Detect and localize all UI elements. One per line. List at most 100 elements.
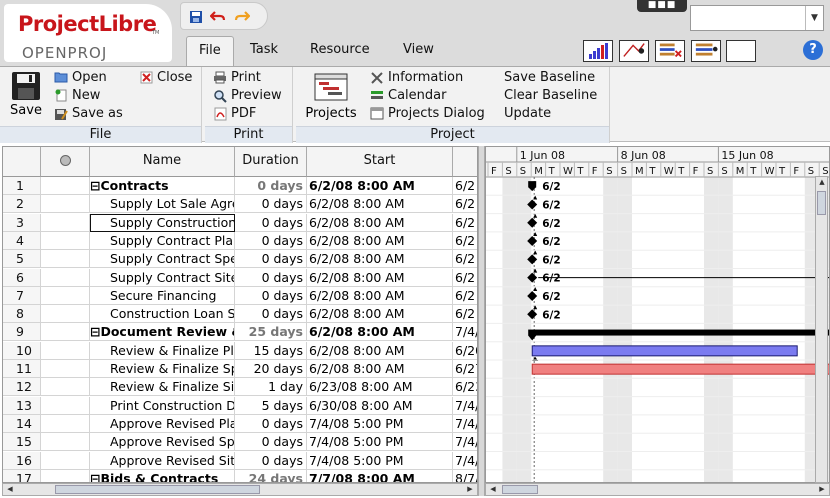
finish-cell[interactable]: 7/4/ — [453, 452, 477, 470]
gantt-horizontal-scrollbar[interactable]: ◀ ▶ — [485, 483, 830, 496]
task-usage-icon[interactable] — [691, 40, 721, 62]
table-horizontal-scrollbar[interactable]: ◀ ▶ — [2, 483, 478, 496]
open-button[interactable]: Open — [54, 70, 107, 85]
duration-cell[interactable]: 0 days — [235, 177, 307, 195]
close-button[interactable]: Close — [139, 70, 192, 85]
duration-cell[interactable]: 20 days — [235, 360, 307, 378]
row-number[interactable]: 10 — [3, 341, 41, 360]
task-name-cell[interactable]: Approve Revised Plans — [90, 414, 235, 433]
finish-cell[interactable]: 6/20 — [453, 342, 477, 360]
start-cell[interactable]: 6/30/08 8:00 AM — [307, 396, 453, 415]
duration-cell[interactable]: 0 days — [235, 286, 307, 305]
start-cell[interactable]: 6/2/08 8:00 AM — [307, 268, 453, 287]
task-name-cell[interactable]: Approve Revised Specs — [90, 433, 235, 452]
row-number[interactable]: 14 — [3, 414, 41, 433]
name-column-header[interactable]: Name — [90, 147, 235, 177]
finish-cell[interactable]: 7/4/ — [453, 433, 477, 452]
row-number[interactable]: 7 — [3, 286, 41, 305]
finish-cell[interactable]: 6/23 — [453, 378, 477, 397]
start-cell[interactable]: 7/4/08 5:00 PM — [307, 414, 453, 433]
chevron-down-icon[interactable]: ▼ — [805, 6, 823, 30]
indicator-cell[interactable] — [41, 341, 90, 360]
save-as-button[interactable]: Save as — [54, 106, 123, 121]
indicator-cell[interactable] — [41, 305, 90, 324]
finish-column-header[interactable] — [453, 147, 477, 177]
task-name-cell[interactable]: Secure Financing — [90, 286, 235, 305]
save-button[interactable]: Save — [6, 71, 46, 118]
scroll-left-icon[interactable]: ◀ — [4, 484, 16, 495]
start-cell[interactable]: 6/23/08 8:00 AM — [307, 378, 453, 397]
start-cell[interactable]: 6/2/08 8:00 AM — [307, 323, 453, 342]
tab-task[interactable]: Task — [238, 36, 290, 66]
pdf-button[interactable]: PDF — [213, 106, 256, 121]
new-button[interactable]: New — [54, 88, 100, 103]
indicator-cell[interactable] — [41, 433, 90, 452]
finish-cell[interactable]: 7/4/ — [453, 415, 477, 433]
start-cell[interactable]: 6/2/08 8:00 AM — [307, 360, 453, 378]
clear-baseline-button[interactable]: Clear Baseline — [504, 88, 597, 103]
duration-cell[interactable]: 0 days — [235, 451, 307, 470]
task-name-cell[interactable]: Review & Finalize Site Plan — [90, 378, 235, 397]
projects-dialog-button[interactable]: Projects Dialog — [370, 106, 485, 121]
row-number[interactable]: 15 — [3, 433, 41, 452]
resource-usage-icon[interactable] — [655, 40, 685, 62]
task-name-cell[interactable]: Construction Loan Settlement — [90, 305, 235, 324]
start-cell[interactable]: 7/4/08 5:00 PM — [307, 451, 453, 470]
tab-view[interactable]: View — [391, 36, 446, 66]
task-name-cell[interactable]: Supply Contract Plans — [90, 231, 235, 250]
row-number[interactable]: 4 — [3, 231, 41, 250]
duration-column-header[interactable]: Duration — [235, 147, 307, 177]
information-button[interactable]: Information — [370, 70, 463, 85]
row-number[interactable]: 3 — [3, 213, 41, 232]
indicator-cell[interactable] — [41, 323, 90, 342]
indicator-header[interactable] — [41, 147, 90, 177]
row-number[interactable]: 1 — [3, 177, 41, 195]
window-controls[interactable]: ■■■ — [637, 0, 687, 12]
start-column-header[interactable]: Start — [307, 147, 453, 177]
task-name-cell[interactable]: ⊟Contracts — [90, 177, 235, 195]
row-number[interactable]: 17 — [3, 469, 41, 482]
row-number[interactable]: 6 — [3, 268, 41, 287]
task-name-cell[interactable]: Supply Contract Specs — [90, 250, 235, 269]
row-number[interactable]: 2 — [3, 195, 41, 214]
indicator-cell[interactable] — [41, 396, 90, 415]
gantt-scroll-right-icon[interactable]: ▶ — [816, 484, 828, 495]
start-cell[interactable]: 6/2/08 8:00 AM — [307, 305, 453, 324]
row-number[interactable]: 16 — [3, 451, 41, 470]
pane-splitter[interactable] — [478, 146, 485, 496]
start-cell[interactable]: 6/2/08 8:00 AM — [307, 286, 453, 305]
save-baseline-button[interactable]: Save Baseline — [504, 70, 595, 85]
tab-file[interactable]: File — [186, 36, 234, 66]
row-number-header[interactable] — [3, 147, 41, 177]
gantt-scroll-thumb[interactable] — [502, 485, 538, 494]
indicator-cell[interactable] — [41, 451, 90, 470]
finish-cell[interactable]: 6/2 — [453, 177, 477, 195]
gantt-chart-icon[interactable] — [583, 40, 613, 62]
gantt-chart[interactable]: 1 Jun 08 8 Jun 08 15 Jun 08 F S S M T W T F S S M T W T F… — [485, 146, 830, 483]
duration-cell[interactable]: 0 days — [235, 414, 307, 433]
duration-cell[interactable]: 0 days — [235, 213, 307, 232]
undo-icon[interactable] — [209, 8, 227, 26]
gantt-vscroll-thumb[interactable] — [817, 191, 826, 215]
task-name-cell[interactable]: Review & Finalize Specs — [90, 360, 235, 378]
indicator-cell[interactable] — [41, 177, 90, 195]
finish-cell[interactable]: 6/27 — [453, 360, 477, 378]
duration-cell[interactable]: 1 day — [235, 378, 307, 397]
start-cell[interactable]: 6/2/08 8:00 AM — [307, 341, 453, 360]
print-button[interactable]: Print — [213, 70, 261, 85]
start-cell[interactable]: 6/2/08 8:00 AM — [307, 231, 453, 250]
duration-cell[interactable]: 0 days — [235, 268, 307, 287]
help-icon[interactable]: ? — [803, 40, 823, 60]
indicator-cell[interactable] — [41, 195, 90, 214]
row-number[interactable]: 8 — [3, 305, 41, 324]
table-scroll-thumb[interactable] — [55, 485, 260, 494]
projects-button[interactable]: Projects — [302, 73, 360, 121]
indicator-cell[interactable] — [41, 231, 90, 250]
save-icon[interactable] — [187, 8, 205, 26]
indicator-cell[interactable] — [41, 250, 90, 269]
indicator-cell[interactable] — [41, 286, 90, 305]
finish-cell[interactable]: 8/7/ — [453, 470, 477, 482]
indicator-cell[interactable] — [41, 268, 90, 287]
start-cell[interactable]: 6/2/08 8:00 AM — [307, 177, 453, 195]
task-name-cell[interactable]: Supply Contract Site Plan — [90, 268, 235, 287]
